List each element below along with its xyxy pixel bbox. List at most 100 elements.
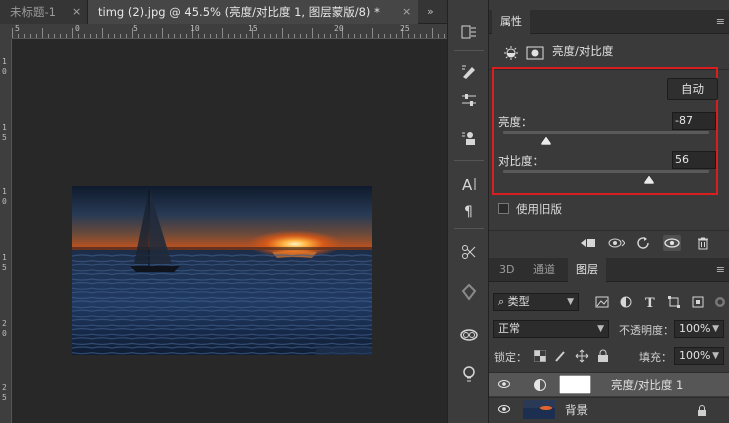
tools-preset-icon[interactable] [456, 240, 482, 264]
clip-to-layer-icon[interactable] [579, 235, 597, 251]
layer-name: 亮度/对比度 1 [611, 378, 684, 392]
panel-menu-icon[interactable]: ≡ [716, 258, 725, 282]
chevron-down-icon: ▼ [712, 351, 719, 361]
filter-shape-icon[interactable] [667, 295, 681, 309]
lock-pixels-icon[interactable] [554, 350, 566, 362]
doc-tab-active[interactable]: timg (2).jpg @ 45.5% (亮度/对比度 1, 图层蒙版/8) … [88, 0, 418, 24]
lock-label: 锁定： [494, 351, 527, 364]
tab-overflow-icon[interactable]: » [427, 0, 434, 24]
filter-type-icon[interactable]: T [643, 295, 657, 309]
ruler-label: 5 [133, 24, 138, 33]
close-icon[interactable]: × [72, 0, 81, 24]
tab-3d[interactable]: 3D [491, 258, 522, 282]
layer-row-brightness[interactable]: 亮度/对比度 1 [489, 372, 729, 396]
brightness-input[interactable]: -87 [672, 112, 716, 130]
doc-tab-label: timg (2).jpg @ 45.5% (亮度/对比度 1, 图层蒙版/8) … [98, 5, 380, 19]
adjustments-icon[interactable] [456, 88, 482, 112]
ruler-label: 0 [2, 67, 7, 76]
horizontal-ruler[interactable]: 5 0 5 10 15 20 25 [12, 24, 447, 39]
svg-text:¶: ¶ [464, 204, 473, 219]
brightness-label: 亮度： [498, 115, 533, 129]
ruler-label: 0 [2, 329, 7, 338]
blend-mode-value: 正常 [498, 322, 520, 335]
filter-pixel-icon[interactable] [595, 295, 609, 309]
ruler-label: 5 [15, 24, 20, 33]
tab-channels[interactable]: 通道 [525, 258, 563, 282]
layer-name: 背景 [565, 403, 588, 417]
ruler-label: 5 [2, 263, 7, 272]
layers-tab-bar: 3D 通道 图层 ≡ [489, 258, 729, 282]
chevron-down-icon: ▼ [597, 324, 604, 334]
filter-kind-value: 类型 [507, 295, 530, 308]
layer-mask-icon[interactable] [526, 45, 544, 61]
contrast-slider-thumb[interactable] [643, 175, 654, 184]
canvas-area[interactable] [13, 40, 447, 423]
filter-kind-select[interactable]: ⌕ 类型 ▼ [493, 293, 579, 311]
search-icon: ⌕ [498, 295, 508, 308]
properties-title: 亮度/对比度 [552, 44, 614, 58]
blend-mode-select[interactable]: 正常 ▼ [493, 320, 609, 338]
ruler-label: 2 [2, 319, 7, 328]
character-icon[interactable]: A [456, 172, 482, 196]
ruler-label: 1 [2, 253, 7, 262]
history-icon[interactable] [456, 20, 482, 44]
learn-lightbulb-icon[interactable] [456, 362, 482, 386]
eye-icon[interactable] [498, 404, 510, 414]
ruler-label: 1 [2, 123, 7, 132]
use-legacy-checkbox[interactable] [498, 203, 509, 214]
creative-cloud-icon[interactable] [456, 322, 482, 346]
filter-adjustment-icon[interactable] [619, 295, 633, 309]
vertical-ruler[interactable]: 1 0 1 5 1 0 1 5 2 0 2 5 [0, 39, 12, 423]
svg-text:A: A [462, 176, 473, 193]
contrast-input[interactable]: 56 [672, 151, 716, 169]
lock-transparent-icon[interactable] [534, 350, 546, 362]
auto-button[interactable]: 自动 [667, 78, 718, 100]
fill-value: 100% [679, 349, 711, 362]
ruler-label: 0 [2, 197, 7, 206]
tools-panel: A ¶ [447, 0, 489, 423]
document-image[interactable] [72, 186, 372, 355]
divider [454, 228, 484, 229]
ruler-label: 15 [248, 24, 258, 33]
close-icon[interactable]: × [402, 0, 411, 24]
view-previous-state-icon[interactable] [607, 235, 625, 251]
tab-layers[interactable]: 图层 [568, 258, 606, 282]
paragraph-icon[interactable]: ¶ [456, 198, 482, 222]
layer-mask-thumbnail[interactable] [559, 375, 591, 394]
fill-input[interactable]: 100% ▼ [674, 347, 724, 365]
clone-source-icon[interactable] [456, 126, 482, 150]
ruler-label: 0 [75, 24, 80, 33]
layer-thumbnail[interactable] [523, 400, 555, 419]
divider [454, 160, 484, 161]
filter-toggle-icon[interactable] [713, 295, 727, 309]
lock-all-icon[interactable] [597, 349, 609, 363]
panel-menu-icon[interactable]: ≡ [716, 10, 725, 34]
properties-tab-bar: 属性 ≡ [489, 10, 729, 34]
ruler-label: 1 [2, 187, 7, 196]
toggle-visibility-icon[interactable] [663, 235, 681, 251]
ruler-label: 20 [334, 24, 344, 33]
ruler-label: 25 [400, 24, 410, 33]
opacity-input[interactable]: 100% ▼ [674, 320, 724, 338]
contrast-slider-track[interactable] [503, 170, 709, 173]
doc-tab-untitled[interactable]: 未标题-1 × [0, 0, 88, 24]
brightness-slider-thumb[interactable] [541, 136, 552, 145]
lock-row: 锁定： 填充： 100% ▼ [489, 347, 729, 367]
ruler-corner [0, 24, 12, 39]
eye-icon[interactable] [498, 379, 510, 389]
brush-settings-icon[interactable] [456, 60, 482, 84]
layer-row-background[interactable]: 背景 [489, 397, 729, 421]
filter-smart-object-icon[interactable] [691, 295, 705, 309]
lock-position-icon[interactable] [575, 349, 589, 363]
contrast-label: 对比度： [498, 154, 544, 168]
use-legacy-label: 使用旧版 [516, 202, 562, 216]
libraries-icon[interactable] [456, 280, 482, 304]
trash-icon[interactable] [694, 235, 712, 251]
tab-properties[interactable]: 属性 [492, 10, 530, 34]
sunset-sea-photo [72, 186, 372, 355]
reset-icon[interactable] [635, 235, 653, 251]
brightness-slider-track[interactable] [503, 131, 709, 134]
ruler-label: 1 [2, 57, 7, 66]
opacity-label: 不透明度： [619, 324, 674, 337]
divider [454, 50, 484, 51]
